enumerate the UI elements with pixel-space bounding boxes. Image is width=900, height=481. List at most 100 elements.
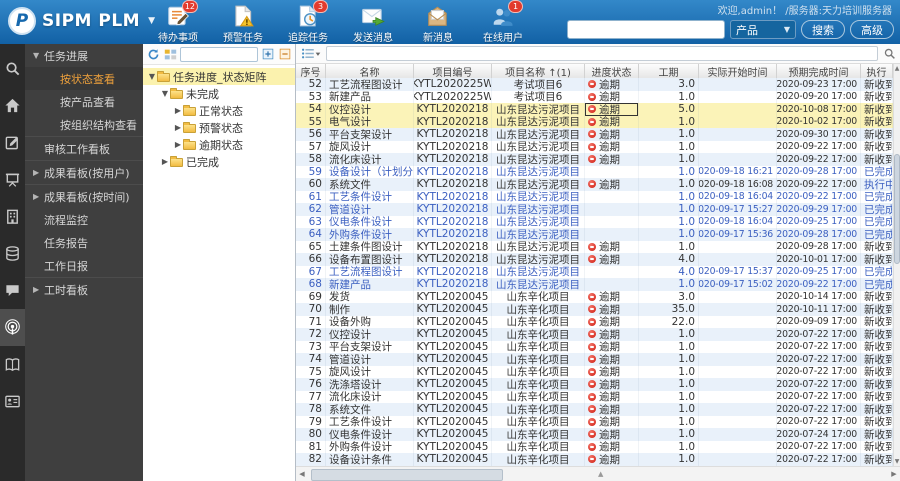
table-cell[interactable]: 工艺条件设计 <box>326 415 414 428</box>
table-cell[interactable] <box>699 328 777 341</box>
table-cell[interactable]: 2020-07-22 17:00 <box>777 453 861 466</box>
nav-online-users-button[interactable]: 1 在线用户 <box>477 0 529 44</box>
table-cell[interactable]: 山东昆达污泥项目 <box>492 215 585 228</box>
strip-database-icon[interactable] <box>0 235 25 272</box>
table-cell[interactable]: 山东辛化项目 <box>492 440 585 453</box>
table-cell[interactable]: 74 <box>296 353 326 366</box>
table-cell[interactable]: 制作 <box>326 303 414 316</box>
table-cell[interactable]: 逾期 <box>585 290 639 303</box>
table-cell[interactable]: 新收到 <box>861 378 893 391</box>
nav-warning-tasks-button[interactable]: 预警任务 <box>217 4 269 44</box>
column-header[interactable]: 工期 <box>639 64 699 78</box>
table-cell[interactable]: 逾期 <box>585 340 639 353</box>
table-cell[interactable]: KYTL2020218 <box>414 128 492 141</box>
table-cell[interactable] <box>585 265 639 278</box>
table-cell[interactable]: 2020-09-17 15:02 <box>699 278 777 291</box>
chevron-down-icon[interactable]: ▼ <box>147 72 157 81</box>
table-cell[interactable]: KYTL2020045 <box>414 303 492 316</box>
table-cell[interactable]: 山东辛化项目 <box>492 403 585 416</box>
refresh-icon[interactable] <box>146 47 160 61</box>
table-cell[interactable]: 72 <box>296 328 326 341</box>
table-cell[interactable]: 已完成 <box>861 265 893 278</box>
table-cell[interactable]: 2020-07-22 17:00 <box>777 415 861 428</box>
table-cell[interactable]: 1.0 <box>639 203 699 216</box>
table-cell[interactable] <box>699 340 777 353</box>
table-cell[interactable]: 59 <box>296 165 326 178</box>
table-cell[interactable]: 山东昆达污泥项目 <box>492 265 585 278</box>
table-cell[interactable]: 2020-09-09 17:00 <box>777 315 861 328</box>
table-cell[interactable]: 1.0 <box>639 115 699 128</box>
table-cell[interactable]: 56 <box>296 128 326 141</box>
table-cell[interactable]: 山东辛化项目 <box>492 340 585 353</box>
table-cell[interactable]: 65 <box>296 240 326 253</box>
table-cell[interactable]: 山东辛化项目 <box>492 315 585 328</box>
table-cell[interactable]: 仪电条件设计 <box>326 428 414 441</box>
table-cell[interactable]: 1.0 <box>639 153 699 166</box>
table-cell[interactable]: 平台支架设计 <box>326 128 414 141</box>
tree-node[interactable]: ▶ 已完成 <box>143 153 295 170</box>
table-cell[interactable]: 流化床设计 <box>326 153 414 166</box>
table-cell[interactable]: 1.0 <box>639 428 699 441</box>
table-cell[interactable]: 79 <box>296 415 326 428</box>
table-cell[interactable]: 工艺流程图设计 <box>326 265 414 278</box>
panel-collapse-icon[interactable]: ▲ <box>598 470 603 478</box>
table-cell[interactable] <box>699 415 777 428</box>
table-cell[interactable]: 2020-07-22 17:00 <box>777 328 861 341</box>
table-cell[interactable]: 1.0 <box>639 328 699 341</box>
horizontal-scrollbar[interactable]: ◀ ▲ ▶ <box>296 466 900 481</box>
table-cell[interactable]: 逾期 <box>585 440 639 453</box>
table-cell[interactable]: 旋风设计 <box>326 140 414 153</box>
table-cell[interactable]: 68 <box>296 278 326 291</box>
table-cell[interactable]: 新收到 <box>861 140 893 153</box>
table-cell[interactable]: 2020-09-18 16:08 <box>699 178 777 191</box>
nav-new-message-button[interactable]: 新消息 <box>412 4 464 44</box>
table-cell[interactable]: 执行中 <box>861 178 893 191</box>
table-cell[interactable]: KYTL2020045 <box>414 403 492 416</box>
columns-menu-icon[interactable] <box>300 47 322 61</box>
table-cell[interactable] <box>699 290 777 303</box>
table-cell[interactable]: 管道设计 <box>326 353 414 366</box>
nav-send-message-button[interactable]: 发送消息 <box>347 4 399 44</box>
chevron-right-icon[interactable]: ▶ <box>160 157 170 166</box>
scroll-down-icon[interactable]: ▼ <box>894 457 900 466</box>
table-row[interactable]: 71 设备外购 KYTL2020045 山东辛化项目 逾期 22.0 2020-09-09 … <box>296 315 893 328</box>
table-cell[interactable]: 新收到 <box>861 78 893 91</box>
table-cell[interactable]: 考试项目6 <box>492 90 585 103</box>
sidebar-item[interactable]: 流程监控 <box>25 208 143 231</box>
app-logo[interactable]: P SIPM PLM ▼ <box>8 7 155 35</box>
strip-book-icon[interactable] <box>0 346 25 383</box>
table-cell[interactable] <box>699 390 777 403</box>
table-cell[interactable]: 2020-09-28 17:00 <box>777 228 861 241</box>
table-row[interactable]: 59设备设计（计划分解）KYTL2020218山东昆达污泥项目1.02020-0… <box>296 165 893 178</box>
table-cell[interactable]: 山东辛化项目 <box>492 303 585 316</box>
table-cell[interactable]: 新收到 <box>861 115 893 128</box>
table-cell[interactable]: 已完成 <box>861 203 893 216</box>
table-cell[interactable]: KYTL2020218 <box>414 265 492 278</box>
table-cell[interactable]: 2020-10-08 17:00 <box>777 103 861 116</box>
table-row[interactable]: 52 工艺流程图设计 KYTL2020225W 考试项目6 逾期 3.0 2020-09-2… <box>296 78 893 91</box>
table-row[interactable]: 69 发货 KYTL2020045 山东辛化项目 逾期 3.0 2020-10-14 17:… <box>296 290 893 303</box>
tree-view-icon[interactable] <box>163 47 177 61</box>
table-cell[interactable]: 4.0 <box>639 265 699 278</box>
table-cell[interactable]: 山东昆达污泥项目 <box>492 128 585 141</box>
table-cell[interactable] <box>699 128 777 141</box>
table-cell[interactable]: 1.0 <box>639 378 699 391</box>
scroll-up-icon[interactable]: ▲ <box>894 64 900 73</box>
table-cell[interactable]: KYTL2020218 <box>414 165 492 178</box>
table-row[interactable]: 79 工艺条件设计 KYTL2020045 山东辛化项目 逾期 1.0 2020-07-22… <box>296 415 893 428</box>
table-cell[interactable]: 逾期 <box>585 365 639 378</box>
table-cell[interactable]: 逾期 <box>585 115 639 128</box>
table-cell[interactable]: 60 <box>296 178 326 191</box>
vertical-scrollbar[interactable]: ▲ ▼ <box>893 64 900 466</box>
table-cell[interactable]: 山东昆达污泥项目 <box>492 140 585 153</box>
table-cell[interactable]: 1.0 <box>639 140 699 153</box>
table-cell[interactable]: KYTL2020045 <box>414 440 492 453</box>
table-cell[interactable]: 61 <box>296 190 326 203</box>
table-cell[interactable]: 新建产品 <box>326 90 414 103</box>
table-cell[interactable]: 设备设计（计划分解） <box>326 165 414 178</box>
table-cell[interactable]: 2020-09-28 17:00 <box>777 240 861 253</box>
table-cell[interactable]: 洗涤塔设计 <box>326 378 414 391</box>
table-cell[interactable]: 35.0 <box>639 303 699 316</box>
table-cell[interactable]: 已完成 <box>861 228 893 241</box>
table-cell[interactable]: KYTL2020218 <box>414 178 492 191</box>
